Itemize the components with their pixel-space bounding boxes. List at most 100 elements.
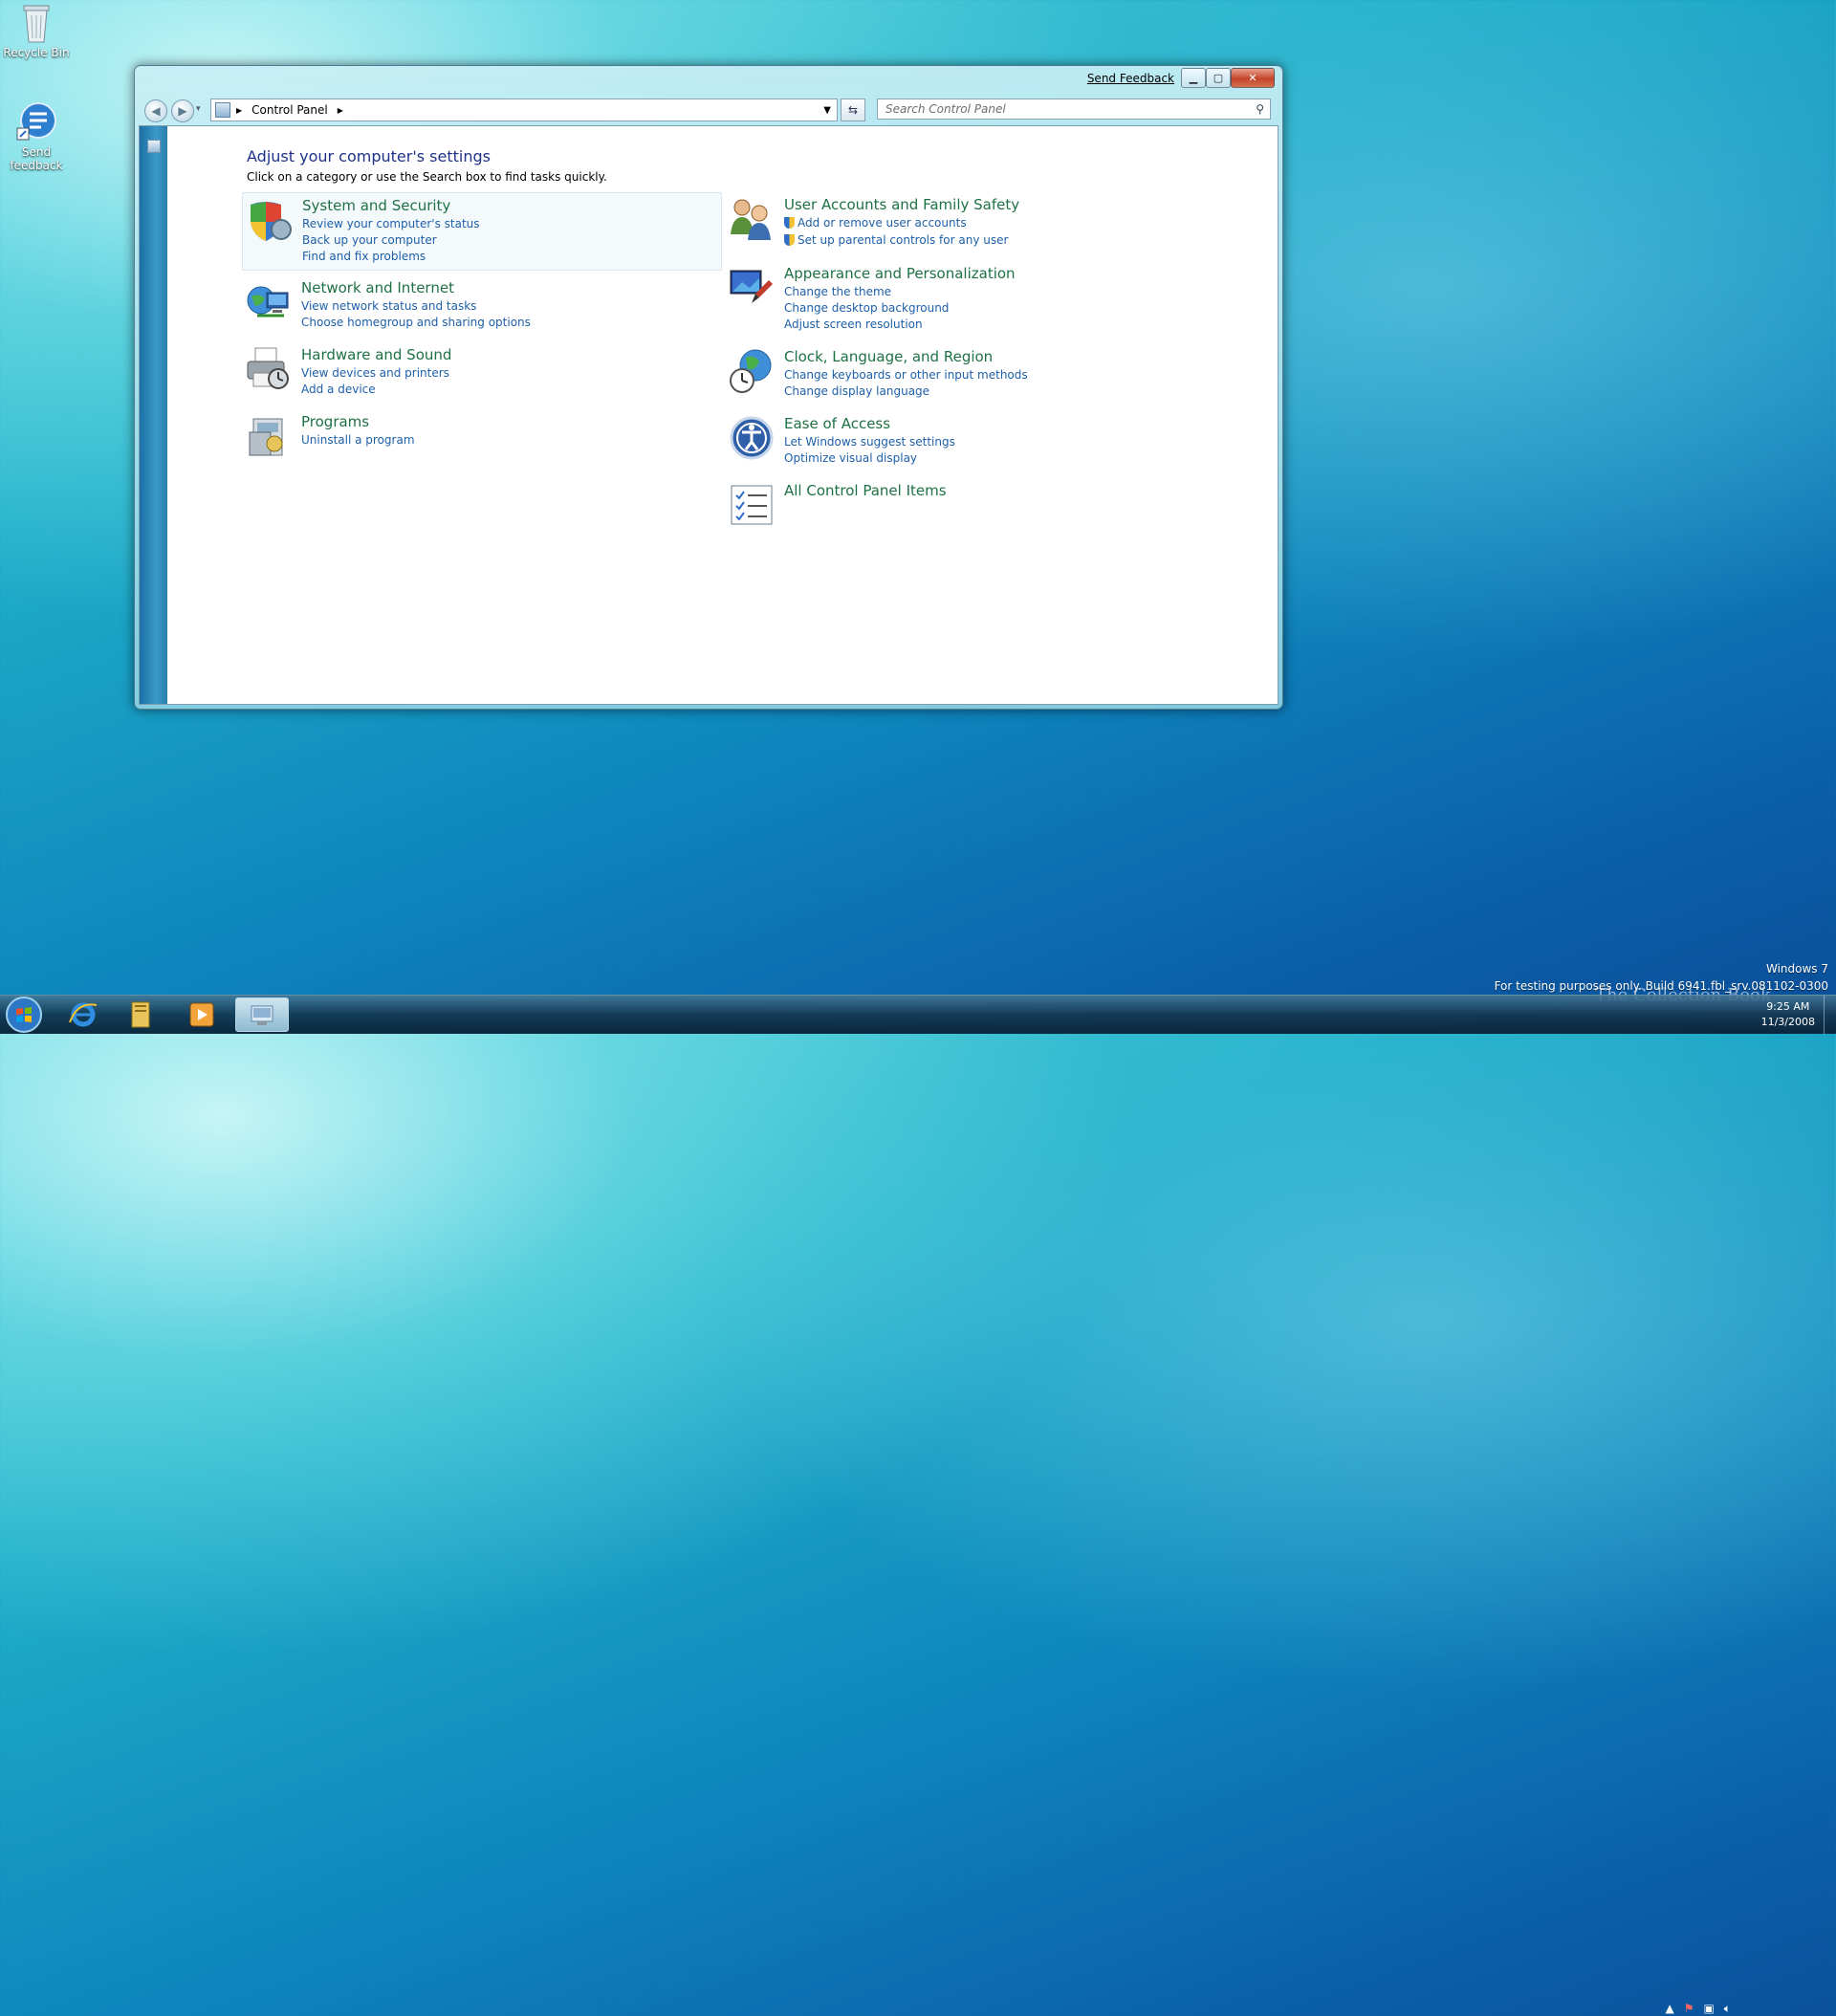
forward-arrow-icon: ▶	[178, 104, 187, 118]
link-add-device[interactable]: Add a device	[301, 383, 376, 396]
link-change-theme[interactable]: Change the theme	[784, 285, 891, 298]
link-view-devices[interactable]: View devices and printers	[301, 366, 449, 380]
media-player-icon	[189, 1002, 214, 1027]
search-icon[interactable]: ⚲	[1256, 102, 1264, 116]
category-ease-of-access[interactable]: Ease of Access Let Windows suggest setti…	[725, 411, 1205, 488]
control-panel-content: Adjust your computer's settings Click on…	[139, 125, 1279, 705]
clock[interactable]: 9:25 AM 11/3/2008	[1761, 999, 1815, 1030]
start-button[interactable]	[0, 997, 48, 1033]
show-hidden-icons-icon[interactable]: ▲	[1665, 2002, 1673, 2016]
folder-icon	[131, 1001, 150, 1028]
printer-icon	[246, 346, 292, 392]
category-network-and-internet[interactable]: Network and Internet View network status…	[242, 275, 722, 352]
close-icon: ✕	[1248, 72, 1257, 84]
clock-globe-icon	[729, 348, 775, 394]
search-placeholder: Search Control Panel	[885, 102, 1006, 116]
category-title[interactable]: User Accounts and Family Safety	[784, 196, 1019, 213]
page-title: Adjust your computer's settings	[247, 147, 491, 165]
breadcrumb-control-panel[interactable]: Control Panel	[251, 103, 328, 117]
link-display-language[interactable]: Change display language	[784, 384, 929, 398]
category-appearance[interactable]: Appearance and Personalization Change th…	[725, 261, 1205, 338]
clock-time: 9:25 AM	[1766, 1000, 1810, 1013]
close-button[interactable]: ✕	[1231, 68, 1275, 88]
control-panel-icon	[251, 1005, 273, 1025]
link-keyboards[interactable]: Change keyboards or other input methods	[784, 368, 1028, 382]
control-panel-window: Send Feedback ▁ ▢ ✕ ◀ ▶ ▾ ▶ Control Pane…	[134, 65, 1283, 710]
breadcrumb-chevron-icon[interactable]: ▶	[338, 106, 343, 115]
taskbar-internet-explorer[interactable]	[57, 997, 109, 1032]
recent-pages-dropdown[interactable]: ▾	[196, 104, 201, 114]
watermark-os: Windows 7	[1765, 962, 1828, 975]
desktop-icon-recycle-bin[interactable]: Recycle Bin	[0, 2, 73, 59]
maximize-icon: ▢	[1213, 72, 1224, 84]
show-desktop-button[interactable]	[1824, 996, 1836, 1034]
action-center-icon[interactable]: ⚑	[1684, 2002, 1694, 2016]
users-icon	[729, 196, 775, 242]
breadcrumb-separator-icon[interactable]: ▶	[236, 106, 242, 115]
address-bar[interactable]: ▶ Control Panel ▶ ▼	[210, 99, 838, 121]
link-back-up[interactable]: Back up your computer	[302, 233, 437, 247]
programs-icon	[246, 413, 292, 459]
refresh-icon: ⇆	[847, 103, 859, 117]
link-uninstall-program[interactable]: Uninstall a program	[301, 433, 415, 447]
link-find-fix[interactable]: Find and fix problems	[302, 250, 426, 263]
category-user-accounts[interactable]: User Accounts and Family Safety Add or r…	[725, 192, 1205, 269]
link-text[interactable]: Add or remove user accounts	[798, 216, 967, 230]
internet-explorer-icon	[69, 1002, 98, 1027]
link-optimize-display[interactable]: Optimize visual display	[784, 451, 917, 465]
category-title[interactable]: Programs	[301, 413, 369, 430]
category-title[interactable]: All Control Panel Items	[784, 482, 947, 499]
link-network-status[interactable]: View network status and tasks	[301, 299, 476, 313]
shield-icon	[247, 197, 293, 243]
link-suggest-settings[interactable]: Let Windows suggest settings	[784, 435, 955, 449]
category-title[interactable]: Clock, Language, and Region	[784, 348, 993, 365]
taskbar-explorer[interactable]	[115, 997, 166, 1032]
category-title[interactable]: Ease of Access	[784, 415, 890, 432]
back-button[interactable]: ◀	[144, 99, 167, 122]
category-system-and-security[interactable]: System and Security Review your computer…	[242, 192, 722, 271]
pane-icon[interactable]	[147, 140, 161, 153]
navigation-pane	[140, 126, 167, 704]
desktop-icon-label: Send feedback	[10, 145, 63, 172]
send-feedback-link[interactable]: Send Feedback	[1087, 72, 1174, 85]
link-homegroup[interactable]: Choose homegroup and sharing options	[301, 316, 531, 329]
link-desktop-background[interactable]: Change desktop background	[784, 301, 949, 315]
minimize-icon: ▁	[1189, 72, 1198, 84]
windows-orb-icon	[6, 997, 42, 1033]
system-tray: ▲ ⚑ ▣ 🔈︎	[1665, 2002, 1731, 2016]
network-globe-icon	[246, 279, 292, 325]
clock-date: 11/3/2008	[1760, 1016, 1815, 1028]
network-icon[interactable]: ▣	[1703, 2002, 1714, 2016]
category-title[interactable]: System and Security	[302, 197, 450, 214]
desktop-icon-send-feedback[interactable]: Send feedback	[0, 101, 73, 172]
category-title[interactable]: Appearance and Personalization	[784, 265, 1016, 282]
page-subtitle: Click on a category or use the Search bo…	[247, 170, 607, 184]
category-programs[interactable]: Programs Uninstall a program	[242, 409, 722, 486]
taskbar: ▲ ⚑ ▣ 🔈︎ 9:25 AM 11/3/2008	[0, 995, 1836, 2015]
category-title[interactable]: Network and Internet	[301, 279, 454, 296]
category-title[interactable]: Hardware and Sound	[301, 346, 451, 363]
address-dropdown-icon[interactable]: ▼	[823, 105, 831, 116]
maximize-button[interactable]: ▢	[1206, 68, 1231, 88]
uac-shield-icon	[784, 234, 795, 246]
category-clock-language-region[interactable]: Clock, Language, and Region Change keybo…	[725, 344, 1205, 421]
search-input[interactable]: Search Control Panel ⚲	[877, 99, 1271, 120]
refresh-button[interactable]: ⇆	[841, 99, 865, 121]
link-screen-resolution[interactable]: Adjust screen resolution	[784, 318, 923, 331]
link-review-status[interactable]: Review your computer's status	[302, 217, 480, 230]
appearance-icon	[729, 265, 775, 311]
ease-of-access-icon	[729, 415, 775, 461]
category-hardware-and-sound[interactable]: Hardware and Sound View devices and prin…	[242, 342, 722, 419]
link-add-remove-accounts[interactable]: Add or remove user accounts	[784, 216, 967, 230]
taskbar-media-player[interactable]	[176, 997, 228, 1032]
volume-icon[interactable]: 🔈︎	[1724, 2002, 1731, 2016]
link-parental-controls[interactable]: Set up parental controls for any user	[784, 233, 1008, 247]
minimize-button[interactable]: ▁	[1181, 68, 1206, 88]
taskbar-control-panel[interactable]	[235, 997, 289, 1032]
link-text[interactable]: Set up parental controls for any user	[798, 233, 1008, 247]
control-panel-small-icon	[215, 102, 230, 118]
forward-button[interactable]: ▶	[171, 99, 194, 122]
feedback-icon	[15, 101, 57, 143]
back-arrow-icon: ◀	[151, 104, 161, 118]
category-all-items[interactable]: All Control Panel Items	[725, 478, 1205, 555]
